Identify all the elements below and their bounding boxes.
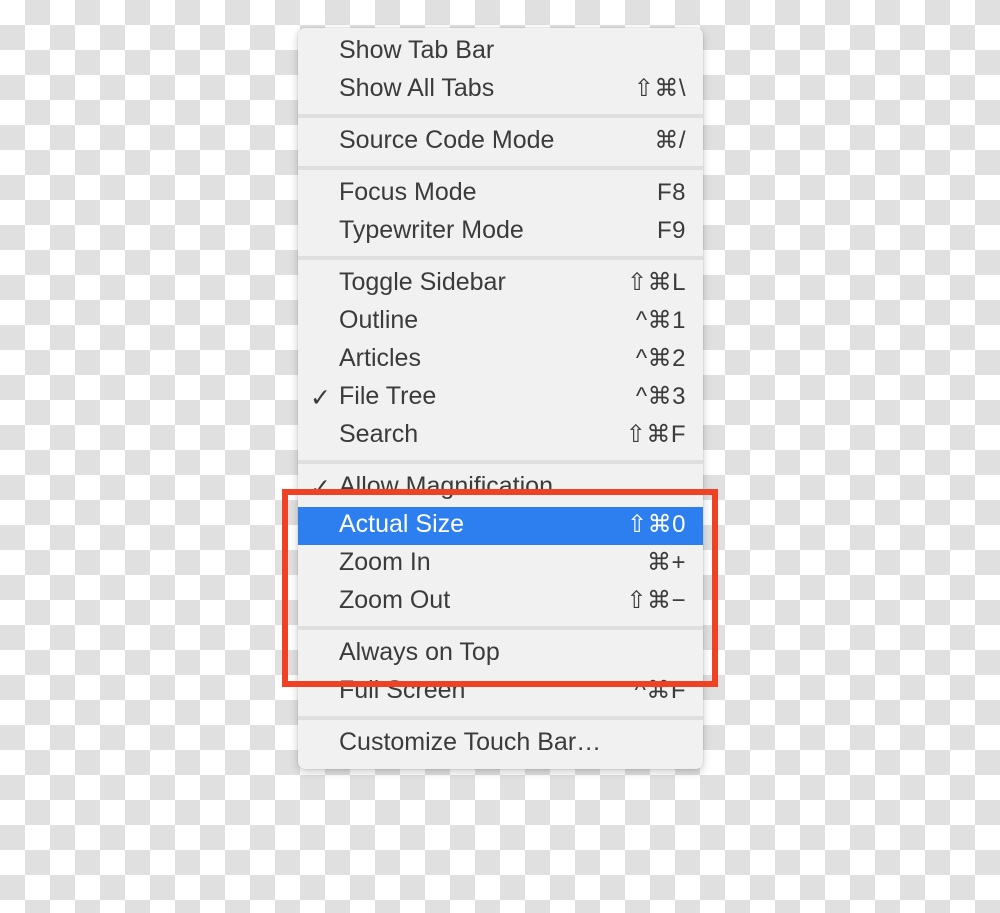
- menu-item-label: Zoom Out: [339, 588, 451, 614]
- menu-item-label: Customize Touch Bar…: [339, 730, 602, 756]
- menu-item-shortcut: ⌘+: [646, 548, 686, 576]
- menu-item-label: Always on Top: [339, 640, 500, 666]
- menu-item-shortcut: ⇧⌘\: [633, 74, 686, 102]
- menu-item-shortcut: ⇧⌘0: [627, 510, 686, 538]
- menu-item-file-tree[interactable]: ✓ File Tree ^⌘3: [298, 379, 703, 417]
- view-menu-panel[interactable]: Show Tab Bar Show All Tabs ⇧⌘\ Source Code …: [298, 28, 703, 769]
- menu-separator: [298, 626, 703, 630]
- menu-item-typewriter-mode[interactable]: Typewriter Mode F9: [298, 213, 703, 251]
- menu-item-shortcut: F9: [656, 216, 686, 244]
- menu-item-label: Focus Mode: [339, 180, 477, 206]
- menu-separator: [298, 166, 703, 170]
- menu-item-show-all-tabs[interactable]: Show All Tabs ⇧⌘\: [298, 71, 703, 109]
- menu-item-shortcut: ⌘/: [654, 126, 686, 154]
- menu-item-label: File Tree: [339, 384, 437, 410]
- menu-item-focus-mode[interactable]: Focus Mode F8: [298, 175, 703, 213]
- menu-item-shortcut: ⇧⌘L: [627, 268, 686, 296]
- menu-item-full-screen[interactable]: Full Screen ^⌘F: [298, 673, 703, 711]
- menu-item-actual-size[interactable]: Actual Size ⇧⌘0: [298, 507, 703, 545]
- menu-separator: [298, 716, 703, 720]
- menu-item-label: Source Code Mode: [339, 128, 555, 154]
- menu-item-label: Show Tab Bar: [339, 38, 495, 64]
- menu-item-zoom-out[interactable]: Zoom Out ⇧⌘−: [298, 583, 703, 621]
- menu-item-articles[interactable]: Articles ^⌘2: [298, 341, 703, 379]
- menu-group-source-group: Source Code Mode ⌘/: [298, 123, 703, 161]
- menu-separator: [298, 460, 703, 464]
- menu-group-touchbar-group: Customize Touch Bar…: [298, 725, 703, 763]
- menu-item-shortcut: ^⌘F: [634, 676, 686, 704]
- menu-item-label: Search: [339, 422, 419, 448]
- menu-item-label: Outline: [339, 308, 419, 334]
- menu-item-label: Toggle Sidebar: [339, 270, 506, 296]
- menu-item-outline[interactable]: Outline ^⌘1: [298, 303, 703, 341]
- menu-item-always-on-top[interactable]: Always on Top: [298, 635, 703, 673]
- menu-group-window-group: Always on Top Full Screen ^⌘F: [298, 635, 703, 711]
- menu-item-allow-magnification[interactable]: ✓ Allow Magnification: [298, 469, 703, 507]
- menu-item-label: Actual Size: [339, 512, 465, 538]
- menu-item-search[interactable]: Search ⇧⌘F: [298, 417, 703, 455]
- menu-item-label: Typewriter Mode: [339, 218, 524, 244]
- menu-item-label: Allow Magnification: [339, 474, 553, 500]
- menu-item-zoom-in[interactable]: Zoom In ⌘+: [298, 545, 703, 583]
- menu-item-source-code-mode[interactable]: Source Code Mode ⌘/: [298, 123, 703, 161]
- menu-item-label: Show All Tabs: [339, 76, 495, 102]
- checkmark-icon: ✓: [310, 473, 331, 502]
- menu-separator: [298, 256, 703, 260]
- menu-item-shortcut: ⇧⌘−: [626, 586, 686, 614]
- menu-item-shortcut: F8: [656, 178, 686, 206]
- menu-item-shortcut: ^⌘3: [635, 382, 686, 410]
- menu-item-customize-touch-bar[interactable]: Customize Touch Bar…: [298, 725, 703, 763]
- menu-item-shortcut: ^⌘1: [635, 306, 686, 334]
- menu-group-modes-group: Focus Mode F8 Typewriter Mode F9: [298, 175, 703, 251]
- menu-item-shortcut: ^⌘2: [635, 344, 686, 372]
- menu-item-toggle-sidebar[interactable]: Toggle Sidebar ⇧⌘L: [298, 265, 703, 303]
- menu-separator: [298, 114, 703, 118]
- menu-item-show-tab-bar[interactable]: Show Tab Bar: [298, 33, 703, 71]
- checkmark-icon: ✓: [310, 383, 331, 412]
- menu-group-zoom-group: ✓ Allow Magnification Actual Size ⇧⌘0 Zoom I…: [298, 469, 703, 621]
- menu-item-shortcut: ⇧⌘F: [625, 420, 686, 448]
- menu-item-label: Articles: [339, 346, 421, 372]
- menu-item-label: Full Screen: [339, 678, 466, 704]
- menu-item-label: Zoom In: [339, 550, 431, 576]
- menu-group-sidebar-group: Toggle Sidebar ⇧⌘L Outline ^⌘1 Articles ^⌘2 ✓ F…: [298, 265, 703, 455]
- menu-group-tabs-group: Show Tab Bar Show All Tabs ⇧⌘\: [298, 33, 703, 109]
